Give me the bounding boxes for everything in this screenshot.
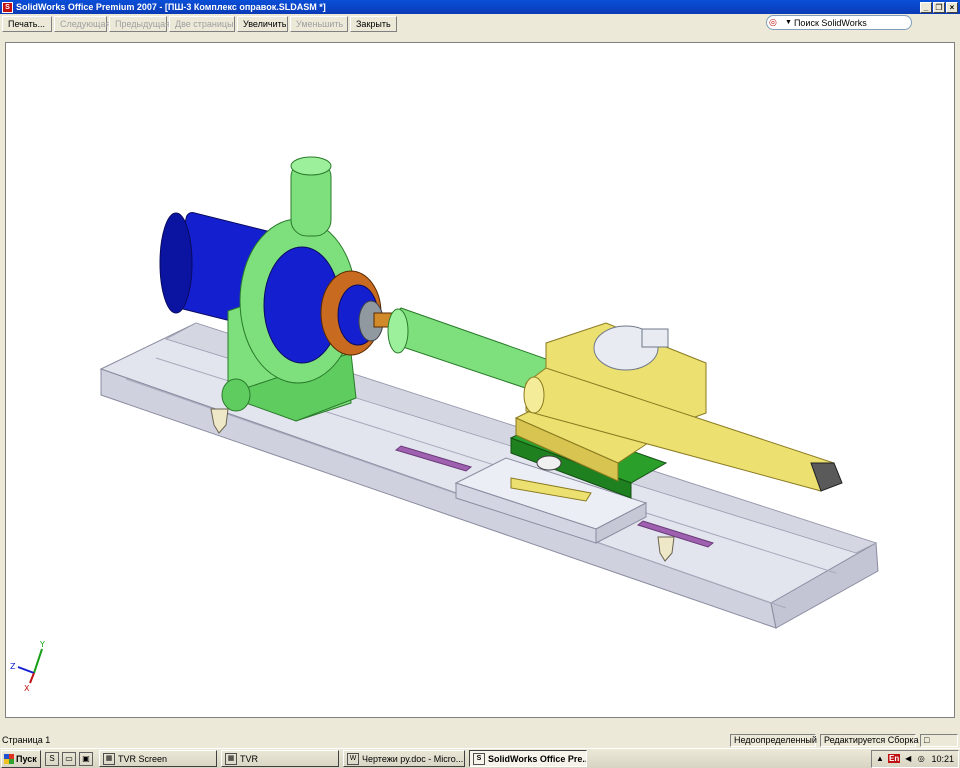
page-indicator: Страница 1 [2, 735, 51, 745]
search-dropdown-icon[interactable]: ▼ [785, 19, 792, 26]
network-icon[interactable]: ◎ [916, 754, 926, 764]
triad-y-label: Y [39, 640, 45, 649]
window-title: SolidWorks Office Premium 2007 - [ПШ-3 К… [16, 2, 326, 12]
status-options-icon[interactable]: □ [920, 733, 958, 747]
task-solidworks[interactable]: S SolidWorks Office Pre... [469, 750, 587, 767]
task-tvr[interactable]: ▦ TVR [221, 750, 339, 767]
print-button[interactable]: Печать... [2, 16, 52, 32]
desktop-quicklaunch-icon[interactable]: ▭ [62, 751, 76, 766]
print-preview-page: Y Z X [5, 42, 955, 718]
print-preview-toolbar: Печать... Следующая Предыдущая Две стран… [0, 14, 960, 34]
task-label: TVR Screen [118, 753, 168, 764]
close-button[interactable]: × [946, 1, 958, 13]
title-bar: S SolidWorks Office Premium 2007 - [ПШ-3… [0, 0, 960, 14]
clock: 10:21 [931, 753, 954, 764]
quick-launch: S ▭ ▣ [45, 751, 93, 766]
language-indicator[interactable]: En [888, 754, 901, 763]
edit-mode-status: Редактируется Сборка [820, 733, 919, 747]
two-pages-button[interactable]: Две страницы [169, 16, 235, 32]
task-label: Чертежи ру.doc - Micro... [362, 753, 464, 764]
system-tray: ▲ En ◀ ◎ 10:21 [871, 749, 959, 768]
word-icon: W [347, 752, 359, 765]
triad-z-label: Z [10, 662, 16, 671]
zoom-out-button[interactable]: Уменьшить [290, 16, 348, 32]
task-label: SolidWorks Office Pre... [488, 753, 587, 764]
search-field[interactable]: ◎ ▼ Поиск SolidWorks [766, 15, 912, 30]
windows-logo-icon [4, 753, 14, 764]
status-bar: Страница 1 Недоопределенный Редактируетс… [0, 732, 960, 748]
triad-x-label: X [24, 684, 30, 693]
zoom-in-button[interactable]: Увеличить [237, 16, 288, 32]
assembly-drawing: Y Z X [10, 156, 879, 693]
task-word-document[interactable]: W Чертежи ру.doc - Micro... [343, 750, 465, 767]
close-preview-button[interactable]: Закрыть [350, 16, 397, 32]
definition-status: Недоопределенный [730, 733, 817, 747]
previous-page-button[interactable]: Предыдущая [109, 16, 170, 32]
volume-icon[interactable]: ◀ [903, 754, 913, 764]
start-label: Пуск [16, 753, 37, 764]
tvr-icon: ▦ [103, 752, 115, 765]
acrobat-tray-icon[interactable]: ▲ [875, 754, 885, 764]
restore-button[interactable]: ❐ [933, 1, 945, 13]
coordinate-triad: Y Z X [10, 640, 45, 693]
search-icon: ◎ [769, 17, 777, 27]
minimize-button[interactable]: _ [920, 1, 932, 13]
solidworks-icon: S [2, 1, 13, 13]
chuck-ring [320, 270, 393, 356]
tvr-icon: ▦ [225, 752, 237, 765]
solidworks-quicklaunch-icon[interactable]: S [45, 751, 59, 766]
solidworks-icon: S [473, 752, 485, 765]
save-quicklaunch-icon[interactable]: ▣ [79, 751, 93, 766]
next-page-button[interactable]: Следующая [54, 16, 110, 32]
search-placeholder: Поиск SolidWorks [793, 17, 867, 28]
task-label: TVR [240, 753, 258, 764]
windows-taskbar: Пуск S ▭ ▣ ▦ TVR Screen ▦ TVR W Чертежи … [0, 748, 960, 768]
start-button[interactable]: Пуск [1, 749, 41, 768]
task-tvr-screen[interactable]: ▦ TVR Screen [99, 750, 217, 767]
